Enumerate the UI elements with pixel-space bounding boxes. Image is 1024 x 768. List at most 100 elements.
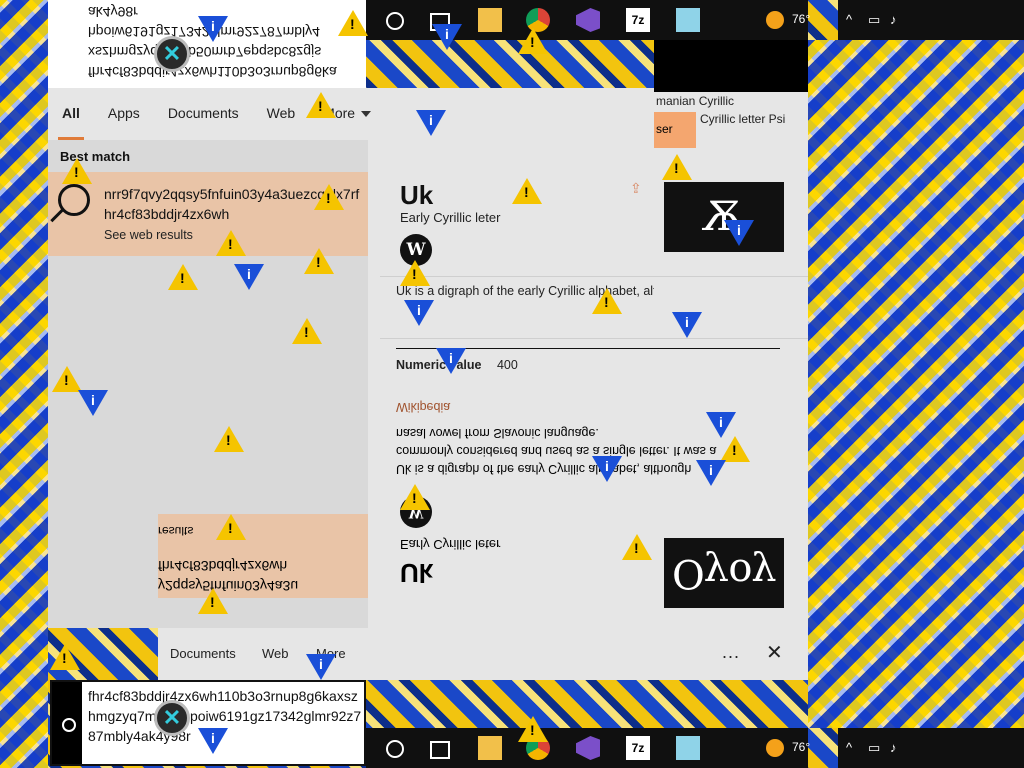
cortana-icon[interactable] [386,12,404,30]
network-icon[interactable]: ▭ [868,12,880,28]
warning-icon [198,588,228,614]
file-explorer-icon[interactable] [478,736,502,760]
info-icon [198,728,228,754]
tab-apps[interactable]: Apps [94,88,154,140]
warning-icon [62,158,92,184]
info-icon [416,110,446,136]
close-icon[interactable]: ✕ [766,640,783,665]
warning-icon [50,644,80,670]
info-icon [724,220,754,246]
tab-documents[interactable]: Documents [170,646,236,661]
system-tray-bottom: ^ ▭ ♪ [838,728,1024,768]
info-icon [696,460,726,486]
volume-icon[interactable]: ♪ [890,12,897,27]
numeric-value: 400 [496,358,518,372]
warning-icon [216,230,246,256]
warning-icon [622,534,652,560]
mirrored-search-box: fhr4cf83bddjr4zx6wh110b3o3rnup8g6ka xszh… [48,0,366,88]
info-icon [592,456,622,482]
ghost-thumbnail: Оуоу [664,538,784,608]
warning-icon [592,288,622,314]
warning-icon [168,264,198,290]
close-icon[interactable]: ✕ [154,700,190,736]
close-icon[interactable]: ✕ [154,36,190,72]
tab-all[interactable]: All [48,88,94,140]
entity-title: Uk [400,180,434,210]
ghost-line: results [158,524,194,538]
bottom-tab-bar: Documents Web More ... ✕ [158,628,808,680]
search-box-icon-area [52,682,82,764]
volume-icon[interactable]: ♪ [890,740,897,755]
temperature-label: 76° [792,12,811,26]
overlay-chip: ser [654,112,696,148]
warning-icon [292,318,322,344]
system-tray-top: ^ ▭ ♪ [838,0,1024,40]
info-icon [78,390,108,416]
peek-line: manian Cyrillic [656,94,735,108]
visual-studio-icon[interactable] [576,8,600,32]
warning-icon [512,178,542,204]
background-noise-left [0,0,48,768]
warning-icon [720,436,750,462]
more-options-icon[interactable]: ... [722,642,740,663]
ghost-source-link: Wikipedia [396,400,451,414]
warning-icon [338,10,368,36]
info-icon [306,654,336,680]
task-view-icon[interactable] [430,741,450,759]
weather-icon[interactable] [766,11,784,29]
file-explorer-icon[interactable] [478,8,502,32]
ghost-description: Uk is a digraph of the early Cyrillic al… [396,426,717,476]
entity-subtitle: Early Cyrillic leter [400,210,501,225]
info-icon [706,412,736,438]
tab-web[interactable]: Web [253,88,310,140]
visual-studio-icon[interactable] [576,736,600,760]
warning-icon [400,484,430,510]
peek-line: Cyrillic letter Psi [700,112,786,126]
search-icon [62,718,76,732]
cortana-icon[interactable] [386,740,404,758]
warning-icon [216,514,246,540]
7zip-icon[interactable]: 7z [626,8,650,32]
chevron-up-icon[interactable]: ^ [846,12,852,27]
app-icon[interactable] [676,8,700,32]
mirrored-line: xszhmgzyq711ob50mrb7epqsbc8zgjs [88,44,322,60]
network-icon[interactable]: ▭ [868,740,880,756]
info-icon [198,16,228,42]
tab-documents[interactable]: Documents [154,88,253,140]
ghost-title: Uk [400,558,434,588]
ghost-preview-pane: Wikipedia Uk is a digraph of the early C… [368,390,808,628]
app-icon[interactable] [676,736,700,760]
chevron-down-icon [361,111,372,118]
overlay-black-strip [654,40,808,92]
background-noise-right [808,40,1024,728]
divider [380,338,808,339]
divider [380,276,808,277]
ghost-line: fhr4cf83bddjr4zx6wh [158,558,288,574]
info-icon [432,24,462,50]
chevron-up-icon[interactable]: ^ [846,740,852,755]
ghost-line: y2qqsy5fnfuin03y4a3u [158,578,299,594]
warning-icon [518,28,548,54]
info-icon [234,264,264,290]
mirrored-line: ak4y98r [88,4,138,20]
7zip-icon[interactable]: 7z [626,736,650,760]
warning-icon [400,260,430,286]
warning-icon [306,92,336,118]
info-icon [404,300,434,326]
warning-icon [214,426,244,452]
info-icon [672,312,702,338]
warning-icon [304,248,334,274]
tab-web[interactable]: Web [262,646,289,661]
warning-icon [518,716,548,742]
warning-icon [662,154,692,180]
share-icon[interactable]: ⇪ [630,180,642,197]
search-tabs: All Apps Documents Web More [48,88,658,140]
ghost-subtitle: Early Cyrillic leter [400,537,501,552]
temperature-label: 76° [792,740,811,754]
taskbar-bottom: 7z 76° [366,728,811,768]
weather-icon[interactable] [766,739,784,757]
warning-icon [314,184,344,210]
search-icon [58,184,90,216]
warning-icon [52,366,82,392]
chip-label: ser [656,122,673,136]
